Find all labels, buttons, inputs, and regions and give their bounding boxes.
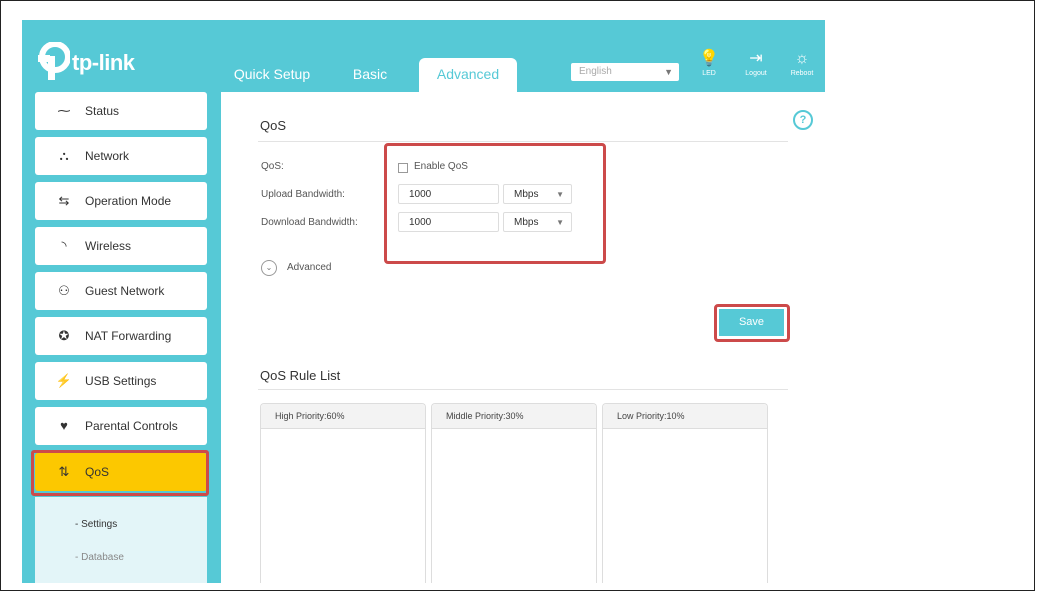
sidebar-item-status[interactable]: ⁓ Status [35,92,207,130]
qos-label: QoS: [261,161,284,172]
help-icon[interactable]: ? [793,110,813,130]
logout-label: Logout [745,70,767,77]
nat-icon: ✪ [58,328,70,343]
low-priority-column: Low Priority:10% [602,403,768,583]
expand-chevron-icon[interactable]: ⌄ [261,260,277,276]
sidebar-item-guest-network[interactable]: ⚇ Guest Network [35,272,207,310]
middle-priority-column: Middle Priority:30% [431,403,597,583]
qos-highlight-outline [31,450,209,496]
sidebar-item-parental-controls[interactable]: ♥ Parental Controls [35,407,207,445]
high-priority-column: High Priority:60% [260,403,426,583]
logo-text: tp-link [72,50,135,75]
guest-icon: ⚇ [58,283,70,298]
submenu-item-database[interactable]: - Database [75,552,124,563]
sidebar-item-operation-mode[interactable]: ⇆ Operation Mode [35,182,207,220]
sidebar-item-label: Network [85,149,130,163]
sidebar-item-label: NAT Forwarding [85,329,172,343]
sidebar-item-label: USB Settings [85,374,157,388]
column-header: Low Priority:10% [603,404,767,429]
upload-bandwidth-label: Upload Bandwidth: [261,189,345,200]
section-divider [258,389,788,390]
reboot-icon: ☼ [794,50,810,67]
tab-advanced[interactable]: Advanced [419,58,517,92]
logout-button[interactable]: ⇥ Logout [736,50,776,77]
usb-icon: ⚡ [55,373,73,388]
download-bandwidth-label: Download Bandwidth: [261,217,358,228]
sidebar-item-wireless[interactable]: ◝ Wireless [35,227,207,265]
section-divider [258,141,788,142]
led-button[interactable]: 💡 LED [689,50,729,77]
rule-list-title: QoS Rule List [260,368,341,383]
tp-link-logo-mark-icon [38,42,70,80]
tab-basic[interactable]: Basic [340,58,400,90]
led-label: LED [702,70,716,77]
sidebar-item-label: Operation Mode [85,194,172,208]
sidebar-item-nat-forwarding[interactable]: ✪ NAT Forwarding [35,317,207,355]
language-select[interactable]: English ▼ [571,63,679,81]
sidebar-item-label: Guest Network [85,284,165,298]
tp-link-logo: tp-link [34,42,144,84]
operation-mode-icon: ⇆ [58,193,70,208]
sidebar-item-label: Status [85,104,120,118]
reboot-button[interactable]: ☼ Reboot [782,50,822,77]
language-value: English [579,66,612,77]
sidebar-item-label: Parental Controls [85,419,178,433]
advanced-toggle-label[interactable]: Advanced [287,262,331,273]
qos-submenu: - Settings - Database [35,497,207,583]
column-header: High Priority:60% [261,404,425,429]
chevron-down-icon: ▼ [664,67,673,77]
reboot-label: Reboot [790,70,814,77]
network-icon: ⛬ [59,148,69,163]
sidebar-item-label: Wireless [85,239,132,253]
sidebar-item-network[interactable]: ⛬ Network [35,137,207,175]
qos-settings-highlight [384,143,606,264]
submenu-item-settings[interactable]: - Settings [75,519,117,530]
pulse-icon: ⁓ [57,103,71,118]
led-icon: 💡 [699,50,719,67]
heart-icon: ♥ [60,418,68,433]
tab-quick-setup[interactable]: Quick Setup [222,58,322,90]
sidebar-item-usb-settings[interactable]: ⚡ USB Settings [35,362,207,400]
column-header: Middle Priority:30% [432,404,596,429]
qos-section-title: QoS [260,118,287,133]
wifi-icon: ◝ [61,238,67,253]
save-button[interactable]: Save [719,309,784,336]
logout-icon: ⇥ [749,50,763,67]
